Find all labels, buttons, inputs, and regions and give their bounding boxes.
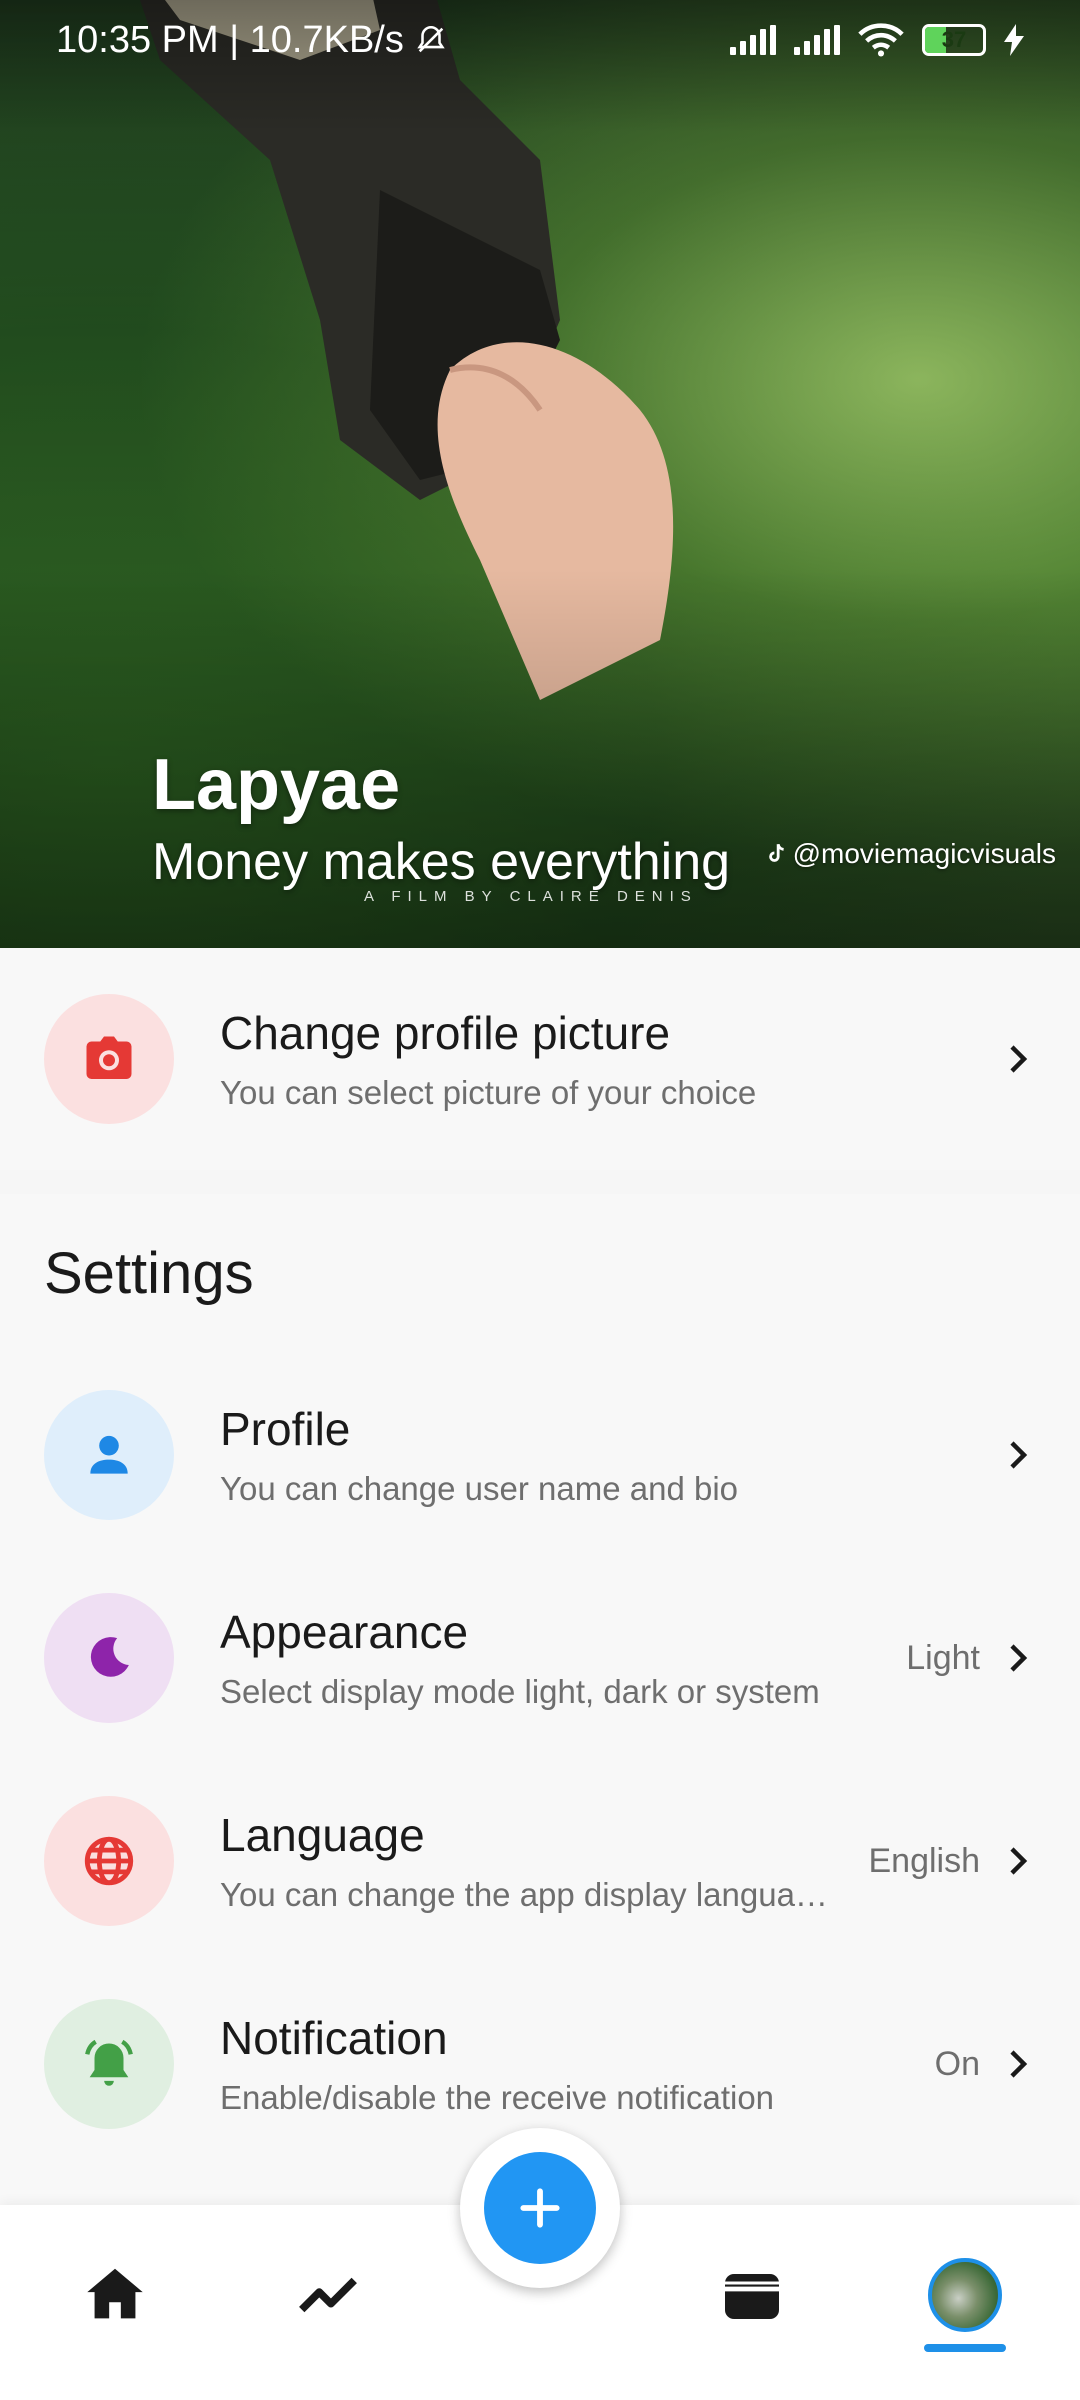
settings-item-title: Profile: [220, 1403, 351, 1455]
status-time: 10:35 PM | 10.7KB/s: [56, 18, 404, 61]
settings-item-title: Appearance: [220, 1606, 469, 1658]
chevron-right-icon: [1010, 1644, 1028, 1672]
chevron-right-icon: [1010, 1441, 1028, 1469]
status-bar: 10:35 PM | 10.7KB/s 37: [0, 0, 1080, 80]
settings-item-title: Notification: [220, 2012, 448, 2064]
camera-icon: [86, 1036, 132, 1079]
change-picture-subtitle: You can select picture of your choice: [220, 1074, 757, 1111]
cover-film-credit: A FILM BY CLAIRE DENIS: [364, 888, 698, 905]
change-picture-card: Change profile picture You can select pi…: [0, 948, 1080, 1170]
add-icon: [520, 2188, 560, 2228]
add-button-circle: [484, 2152, 596, 2264]
settings-item-appearance[interactable]: Appearance Select display mode light, da…: [0, 1583, 1080, 1733]
nav-trending[interactable]: [283, 2250, 373, 2340]
language-icon-bg: [44, 1796, 174, 1926]
tiktok-icon: [768, 843, 784, 862]
bell-off-icon: [417, 25, 445, 53]
notification-icon-bg: [44, 1999, 174, 2129]
battery-icon: 37: [922, 24, 986, 56]
charging-icon: [1004, 24, 1024, 56]
settings-item-subtitle: Select display mode light, dark or syste…: [220, 1673, 820, 1710]
wallet-icon: [725, 2274, 779, 2319]
nav-profile[interactable]: [920, 2250, 1010, 2340]
nav-wallet[interactable]: [707, 2250, 797, 2340]
change-picture-title: Change profile picture: [220, 1007, 671, 1059]
settings-item-subtitle: You can change user name and bio: [220, 1470, 739, 1507]
settings-item-subtitle: You can change the app display language: [220, 1876, 830, 1913]
chevron-right-icon: [1010, 1847, 1028, 1875]
avatar: [928, 2258, 1002, 2332]
settings-item-title: Language: [220, 1809, 425, 1861]
settings-item-profile[interactable]: Profile You can change user name and bio: [0, 1380, 1080, 1530]
bell-icon: [85, 2039, 133, 2086]
globe-icon: [84, 1836, 134, 1886]
signal-icon: [794, 25, 840, 55]
settings-item-language[interactable]: Language You can change the app display …: [0, 1786, 1080, 1936]
appearance-icon-bg: [44, 1593, 174, 1723]
profile-name: Lapyae: [152, 745, 401, 825]
moon-icon: [90, 1637, 129, 1677]
home-icon: [87, 2268, 143, 2319]
add-button[interactable]: [460, 2128, 620, 2288]
chevron-right-icon: [1010, 1045, 1028, 1073]
trending-icon: [299, 2277, 357, 2313]
signal-icon: [730, 25, 776, 55]
person-icon: [90, 1435, 128, 1474]
profile-icon-bg: [44, 1390, 174, 1520]
profile-bio: Money makes everything: [152, 833, 731, 891]
settings-item-value: English: [868, 1841, 980, 1880]
settings-item-value: On: [934, 2044, 980, 2083]
nav-active-indicator: [924, 2344, 1006, 2352]
chevron-right-icon: [1010, 2050, 1028, 2078]
settings-item-notification[interactable]: Notification Enable/disable the receive …: [0, 1989, 1080, 2139]
cover-watermark: @moviemagicvisuals: [763, 838, 1056, 870]
settings-item-value: Light: [906, 1638, 980, 1677]
nav-home[interactable]: [70, 2250, 160, 2340]
wifi-icon: [858, 23, 904, 57]
change-profile-picture-row[interactable]: Change profile picture You can select pi…: [0, 984, 1080, 1134]
settings-title: Settings: [44, 1241, 254, 1306]
change-picture-icon-bg: [44, 994, 174, 1124]
settings-item-subtitle: Enable/disable the receive notification: [220, 2079, 775, 2116]
